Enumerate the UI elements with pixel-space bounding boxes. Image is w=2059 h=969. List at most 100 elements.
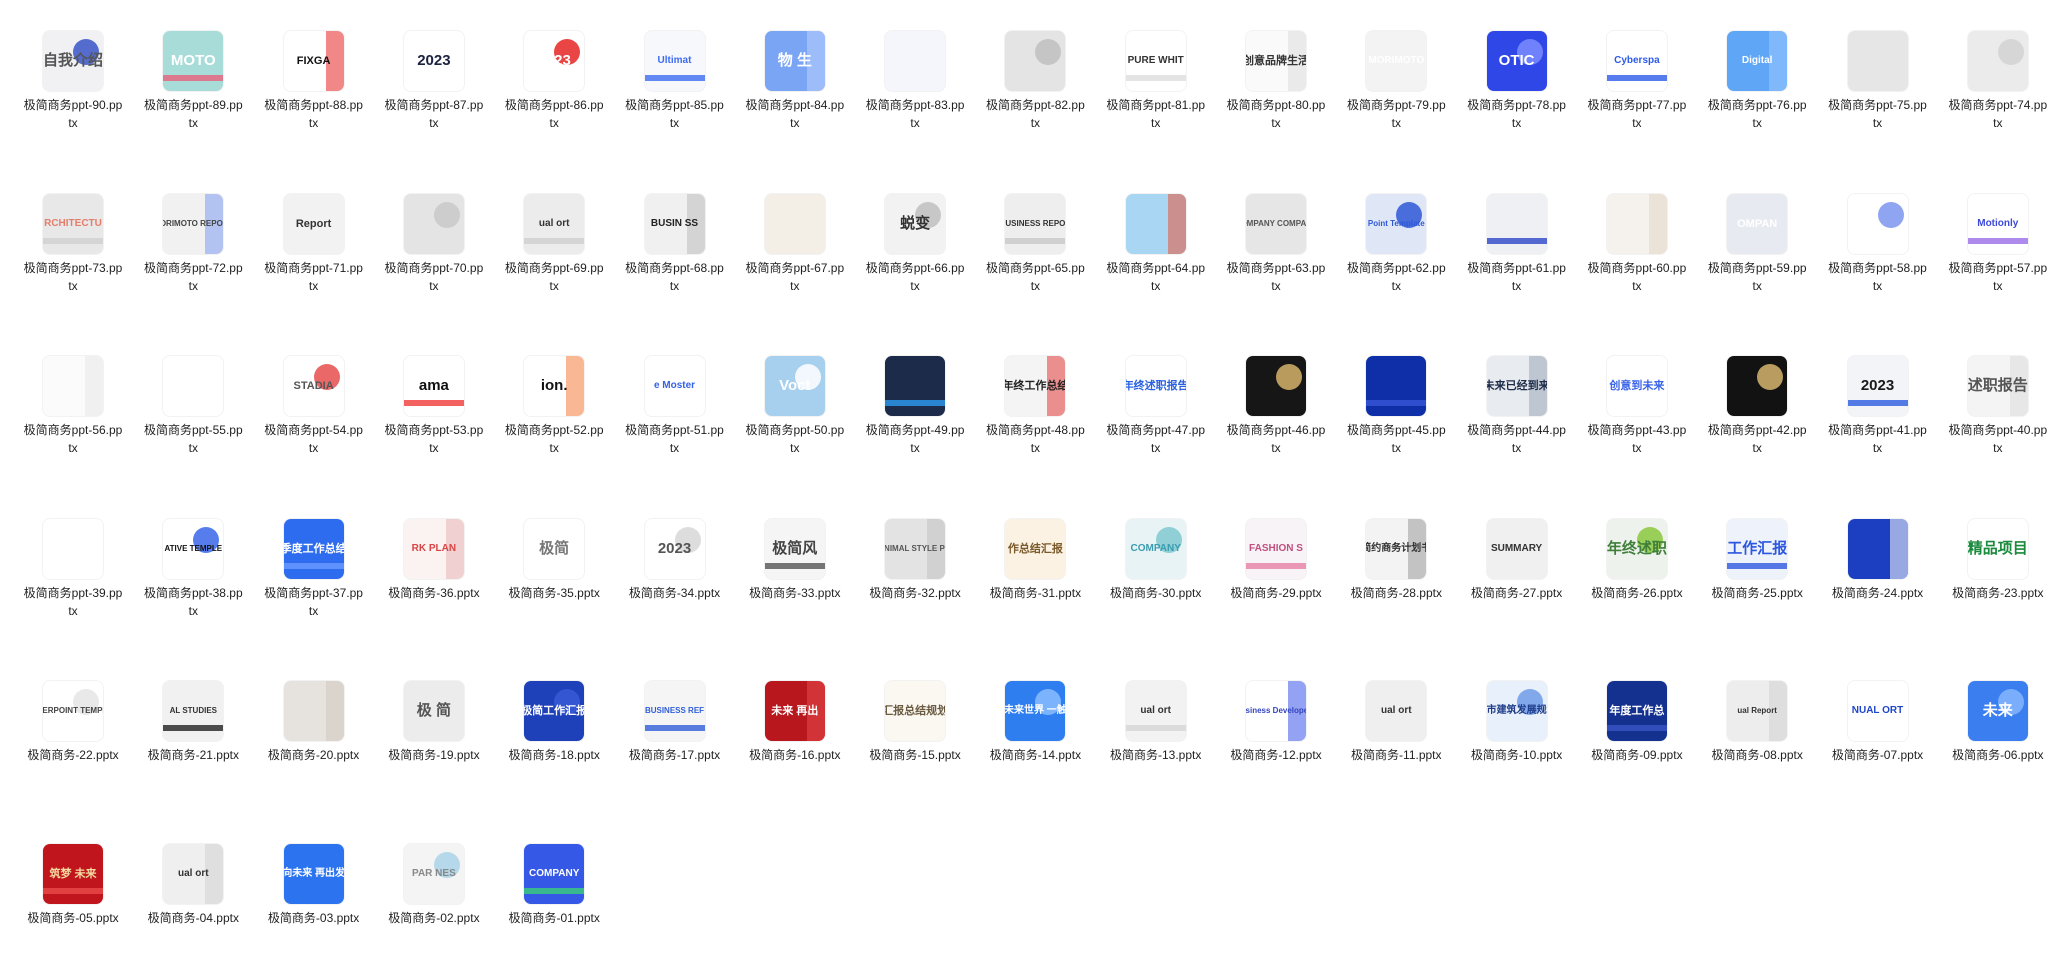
file-item[interactable]: 创意品牌生活 极简商务ppt-80.pptx — [1224, 0, 1328, 140]
file-item[interactable]: FASHION S 极简商务-29.pptx — [1224, 488, 1328, 628]
file-item[interactable]: 极简商务ppt-82.pptx — [983, 0, 1087, 140]
file-item[interactable]: 蜕变 极简商务ppt-66.pptx — [863, 163, 967, 303]
file-item[interactable]: 极简商务-24.pptx — [1826, 488, 1930, 628]
file-item[interactable]: 极简商务ppt-39.pptx — [21, 488, 125, 628]
file-item[interactable]: COMPANY COMPANY 极简商务ppt-63.pptx — [1224, 163, 1328, 303]
file-item[interactable]: usiness Developer 极简商务-12.pptx — [1224, 650, 1328, 790]
file-item[interactable]: 未来 极简商务-06.pptx — [1946, 650, 2050, 790]
file-item[interactable]: Cyberspa 极简商务ppt-77.pptx — [1585, 0, 1689, 140]
file-thumbnail: Digital — [1727, 31, 1788, 91]
file-item[interactable]: FIXGA 极简商务ppt-88.pptx — [262, 0, 366, 140]
file-item[interactable]: 作总结汇报 极简商务-31.pptx — [983, 488, 1087, 628]
file-item[interactable]: 城市建筑发展规划极简商务-10.pptx — [1465, 650, 1569, 790]
file-item[interactable]: OTIC 极简商务ppt-78.pptx — [1465, 0, 1569, 140]
file-item[interactable]: MORIMOTO 极简商务ppt-79.pptx — [1344, 0, 1448, 140]
file-item[interactable]: POWERPOINT TEMPLATE 极简商务-22.pptx — [21, 650, 125, 790]
file-item[interactable]: AL STUDIES 极简商务-21.pptx — [141, 650, 245, 790]
file-item[interactable]: 极简商务ppt-60.pptx — [1585, 163, 1689, 303]
file-item[interactable]: 工作汇报 极简商务-25.pptx — [1705, 488, 1809, 628]
file-item[interactable]: NUAL ORT 极简商务-07.pptx — [1826, 650, 1930, 790]
file-item[interactable]: 极简 极简商务-35.pptx — [502, 488, 606, 628]
file-item[interactable]: ual ort 极简商务-11.pptx — [1344, 650, 1448, 790]
file-item[interactable]: 2023 极简商务ppt-41.pptx — [1826, 325, 1930, 465]
file-item[interactable]: 极简商务ppt-61.pptx — [1465, 163, 1569, 303]
file-item[interactable]: SUMMARY 极简商务-27.pptx — [1465, 488, 1569, 628]
file-item[interactable]: Point Template 极简商务ppt-62.pptx — [1344, 163, 1448, 303]
thumbnail-title-text: MORIMOTO REPORT — [163, 218, 223, 228]
file-item[interactable]: 年终工作总结 极简商务ppt-48.pptx — [983, 325, 1087, 465]
file-item[interactable]: MINIMAL STYLE PPT 极简商务-32.pptx — [863, 488, 967, 628]
thumbnail-title-text: 年终工作总结 — [1005, 380, 1066, 393]
file-item[interactable]: Digital 极简商务ppt-76.pptx — [1705, 0, 1809, 140]
file-item[interactable]: 2023 极简商务-34.pptx — [623, 488, 727, 628]
file-item[interactable]: ual ort 极简商务-13.pptx — [1104, 650, 1208, 790]
file-item[interactable]: 极简商务ppt-67.pptx — [743, 163, 847, 303]
file-item[interactable]: COMPANY 极简商务-30.pptx — [1104, 488, 1208, 628]
file-item[interactable]: 物 生极简商务ppt-84.pptx — [743, 0, 847, 140]
file-item[interactable]: 汇报总结规划 极简商务-15.pptx — [863, 650, 967, 790]
file-item[interactable]: OMPAN 极简商务ppt-59.pptx — [1705, 163, 1809, 303]
file-item[interactable]: 向未来 再出发 极简商务-03.pptx — [262, 813, 366, 953]
file-item[interactable]: 极简商务-20.pptx — [262, 650, 366, 790]
file-item[interactable]: 自我介绍 极简商务ppt-90.pptx — [21, 0, 125, 140]
file-item[interactable]: BUSINESS REPOR 极简商务ppt-65.pptx — [983, 163, 1087, 303]
file-item[interactable]: 极简商务ppt-74.pptx — [1946, 0, 2050, 140]
file-item[interactable]: 极简工作汇报 极简商务-18.pptx — [502, 650, 606, 790]
file-item[interactable]: 季度工作总结 极简商务ppt-37.pptx — [262, 488, 366, 628]
file-item[interactable]: 极简商务ppt-75.pptx — [1826, 0, 1930, 140]
file-item[interactable]: 未来已经到来 极简商务ppt-44.pptx — [1465, 325, 1569, 465]
file-item[interactable]: COMPANY 极简商务-01.pptx — [502, 813, 606, 953]
file-item[interactable]: 年终述职 极简商务-26.pptx — [1585, 488, 1689, 628]
thumbnail-accent-shape — [1035, 39, 1062, 65]
file-item[interactable]: 创意到未来 极简商务ppt-43.pptx — [1585, 325, 1689, 465]
file-item[interactable]: 述职报告 极简商务ppt-40.pptx — [1946, 325, 2050, 465]
file-item[interactable]: MORIMOTO REPORT 极简商务ppt-72.pptx — [141, 163, 245, 303]
file-item[interactable]: 极简商务ppt-55.pptx — [141, 325, 245, 465]
file-item[interactable]: ama 极简商务ppt-53.pptx — [382, 325, 486, 465]
file-item[interactable]: PURE WHIT 极简商务ppt-81.pptx — [1104, 0, 1208, 140]
file-item[interactable]: 极简商务ppt-56.pptx — [21, 325, 125, 465]
file-item[interactable]: 极简商务ppt-49.pptx — [863, 325, 967, 465]
file-item[interactable]: STADIA 极简商务ppt-54.pptx — [262, 325, 366, 465]
file-item[interactable]: RCHITECTU 极简商务ppt-73.pptx — [21, 163, 125, 303]
file-item[interactable]: ion. 极简商务ppt-52.pptx — [502, 325, 606, 465]
file-item[interactable]: BUSINESS REF 极简商务-17.pptx — [623, 650, 727, 790]
file-name-label: 极简商务-20.pptx — [267, 748, 360, 763]
file-item[interactable]: PAR NES 极简商务-02.pptx — [382, 813, 486, 953]
file-item[interactable]: 精品项目 极简商务-23.pptx — [1946, 488, 2050, 628]
file-item[interactable]: ual Report 极简商务-08.pptx — [1705, 650, 1809, 790]
file-item[interactable]: ual ort 极简商务ppt-69.pptx — [502, 163, 606, 303]
file-item[interactable]: 2023 极简商务ppt-86.pptx — [502, 0, 606, 140]
file-name-label: 极简商务-19.pptx — [388, 748, 480, 763]
file-item[interactable]: 未来 再出 极简商务-16.pptx — [743, 650, 847, 790]
file-item[interactable]: 简约商务计划书极简商务-28.pptx — [1344, 488, 1448, 628]
file-item[interactable]: 极简商务ppt-45.pptx — [1344, 325, 1448, 465]
file-item[interactable]: BUSIN SS 极简商务ppt-68.pptx — [623, 163, 727, 303]
file-item[interactable]: Voct 极简商务ppt-50.pptx — [743, 325, 847, 465]
file-item[interactable]: Ultimat 极简商务ppt-85.pptx — [623, 0, 727, 140]
file-item[interactable]: 极简商务ppt-70.pptx — [382, 163, 486, 303]
file-item[interactable]: 极简风 极简商务-33.pptx — [743, 488, 847, 628]
file-item[interactable]: 年终述职报告 极简商务ppt-47.pptx — [1104, 325, 1208, 465]
file-item[interactable]: ATIVE TEMPLE 极简商务ppt-38.pptx — [141, 488, 245, 628]
file-thumbnail: 向未来 再出发 — [283, 844, 344, 904]
file-item[interactable]: Report 极简商务ppt-71.pptx — [262, 163, 366, 303]
file-item[interactable]: 极简商务ppt-83.pptx — [863, 0, 967, 140]
file-item[interactable]: 极简商务ppt-64.pptx — [1104, 163, 1208, 303]
file-item[interactable]: Motionly 极简商务ppt-57.pptx — [1946, 163, 2050, 303]
file-item[interactable]: 极简商务ppt-46.pptx — [1224, 325, 1328, 465]
file-item[interactable]: MOTO 极简商务ppt-89.pptx — [141, 0, 245, 140]
file-item[interactable]: 极 简极简商务-19.pptx — [382, 650, 486, 790]
file-item[interactable]: 2023 极简商务ppt-87.pptx — [382, 0, 486, 140]
file-item[interactable]: ual ort 极简商务-04.pptx — [141, 813, 245, 953]
file-item[interactable]: 极简商务ppt-58.pptx — [1826, 163, 1930, 303]
thumbnail-title-text: 城市建筑发展规划 — [1486, 705, 1547, 717]
file-thumbnail: 未来世界 一触 — [1005, 681, 1066, 742]
file-item[interactable]: RK PLAN 极简商务-36.pptx — [382, 488, 486, 628]
file-item[interactable]: 极简商务ppt-42.pptx — [1705, 325, 1809, 465]
thumbnail-title-text: 年度工作总 — [1609, 705, 1665, 718]
file-item[interactable]: 年度工作总 极简商务-09.pptx — [1585, 650, 1689, 790]
file-item[interactable]: 筑梦 未来 极简商务-05.pptx — [21, 813, 125, 953]
file-item[interactable]: e Moster 极简商务ppt-51.pptx — [623, 325, 727, 465]
file-item[interactable]: 未来世界 一触 极简商务-14.pptx — [983, 650, 1087, 790]
